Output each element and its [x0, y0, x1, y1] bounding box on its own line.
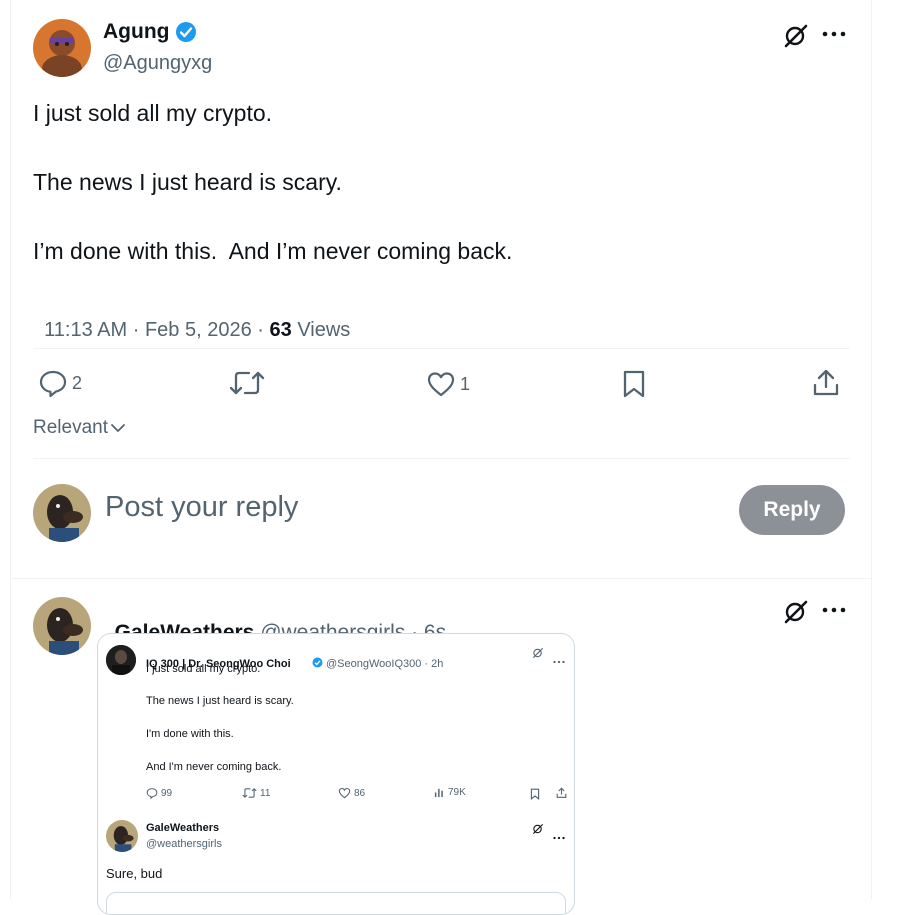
more-options-icon	[553, 827, 565, 845]
separator-dot: ·	[257, 319, 264, 341]
reply-author-avatar[interactable]	[33, 597, 91, 655]
post-line: The news I just heard is scary.	[33, 169, 342, 195]
reply-button[interactable]: Reply	[739, 485, 845, 535]
reply-count: 2	[72, 372, 83, 393]
post-date[interactable]: Feb 5, 2026	[145, 319, 252, 341]
grok-icon	[532, 646, 544, 664]
divider	[33, 348, 850, 349]
quoted-like-count: 86	[354, 787, 366, 799]
quoted-reply-avatar	[106, 820, 138, 852]
quoted-inner-card	[106, 892, 566, 914]
reply-icon	[146, 788, 158, 799]
repost-icon	[242, 788, 257, 798]
quoted-reply-author-name: GaleWeathers	[146, 822, 220, 834]
grok-icon[interactable]	[783, 599, 809, 625]
quoted-repost-count: 11	[260, 787, 271, 799]
sort-label: Relevant	[33, 417, 108, 438]
quoted-views-stat: 79K	[434, 787, 466, 798]
verified-badge-icon	[175, 21, 197, 43]
quoted-reply-count: 99	[161, 787, 173, 799]
post-line: I just sold all my crypto.	[33, 100, 273, 126]
reply-composer-input[interactable]: Post your reply	[105, 491, 298, 524]
author-avatar[interactable]	[33, 19, 91, 77]
like-count: 1	[460, 373, 471, 394]
repost-icon[interactable]	[229, 369, 265, 397]
share-icon	[556, 786, 567, 804]
quoted-image[interactable]: IQ 300 | Dr. SeongWoo Choi @SeongWooIQ30…	[97, 633, 575, 915]
divider	[33, 458, 850, 459]
heart-icon	[426, 370, 456, 398]
quoted-views-count: 79K	[448, 787, 466, 798]
post-line: I’m done with this. And I’m never coming…	[33, 238, 513, 264]
heart-icon	[338, 787, 351, 799]
views-label: Views	[297, 319, 351, 341]
views-count: 63	[269, 319, 292, 341]
bookmark-icon[interactable]	[622, 369, 646, 399]
like-action[interactable]: 1	[426, 370, 470, 398]
verified-badge-icon	[294, 645, 323, 683]
quoted-like-stat: 86	[338, 787, 365, 799]
bookmark-icon	[530, 787, 540, 805]
analytics-icon	[434, 788, 443, 798]
quoted-line: And I'm never coming back.	[146, 761, 282, 773]
quoted-line: The news I just heard is scary.	[146, 695, 294, 707]
user-avatar[interactable]	[33, 484, 91, 542]
reply-icon	[38, 368, 68, 398]
author-name[interactable]: Agung	[103, 20, 169, 44]
author-handle[interactable]: @Agungyxg	[103, 52, 212, 75]
quoted-author-avatar	[106, 645, 136, 675]
quoted-time: · 2h	[424, 658, 444, 670]
more-options-icon	[553, 651, 565, 669]
chevron-down-icon	[110, 422, 126, 434]
reply-action[interactable]: 2	[38, 368, 82, 398]
post-time[interactable]: 11:13 AM	[44, 319, 127, 341]
share-icon[interactable]	[812, 368, 840, 398]
more-options-icon[interactable]	[822, 606, 846, 614]
divider	[10, 578, 871, 579]
grok-icon[interactable]	[783, 23, 809, 49]
quoted-line: I just sold all my crypto.	[146, 663, 261, 675]
sort-selector[interactable]: Relevant	[33, 417, 126, 439]
quoted-line: I'm done with this.	[146, 728, 234, 740]
quoted-reply-stat: 99	[146, 787, 172, 799]
quoted-reply-author-handle: @weathersgirls	[146, 838, 222, 850]
more-options-icon[interactable]	[822, 30, 846, 38]
separator-dot: ·	[132, 319, 140, 341]
grok-icon	[532, 822, 544, 840]
quoted-author-handle: @SeongWooIQ300	[326, 658, 422, 670]
quoted-reply-text: Sure, bud	[106, 866, 163, 881]
quoted-repost-stat: 11	[242, 787, 270, 799]
